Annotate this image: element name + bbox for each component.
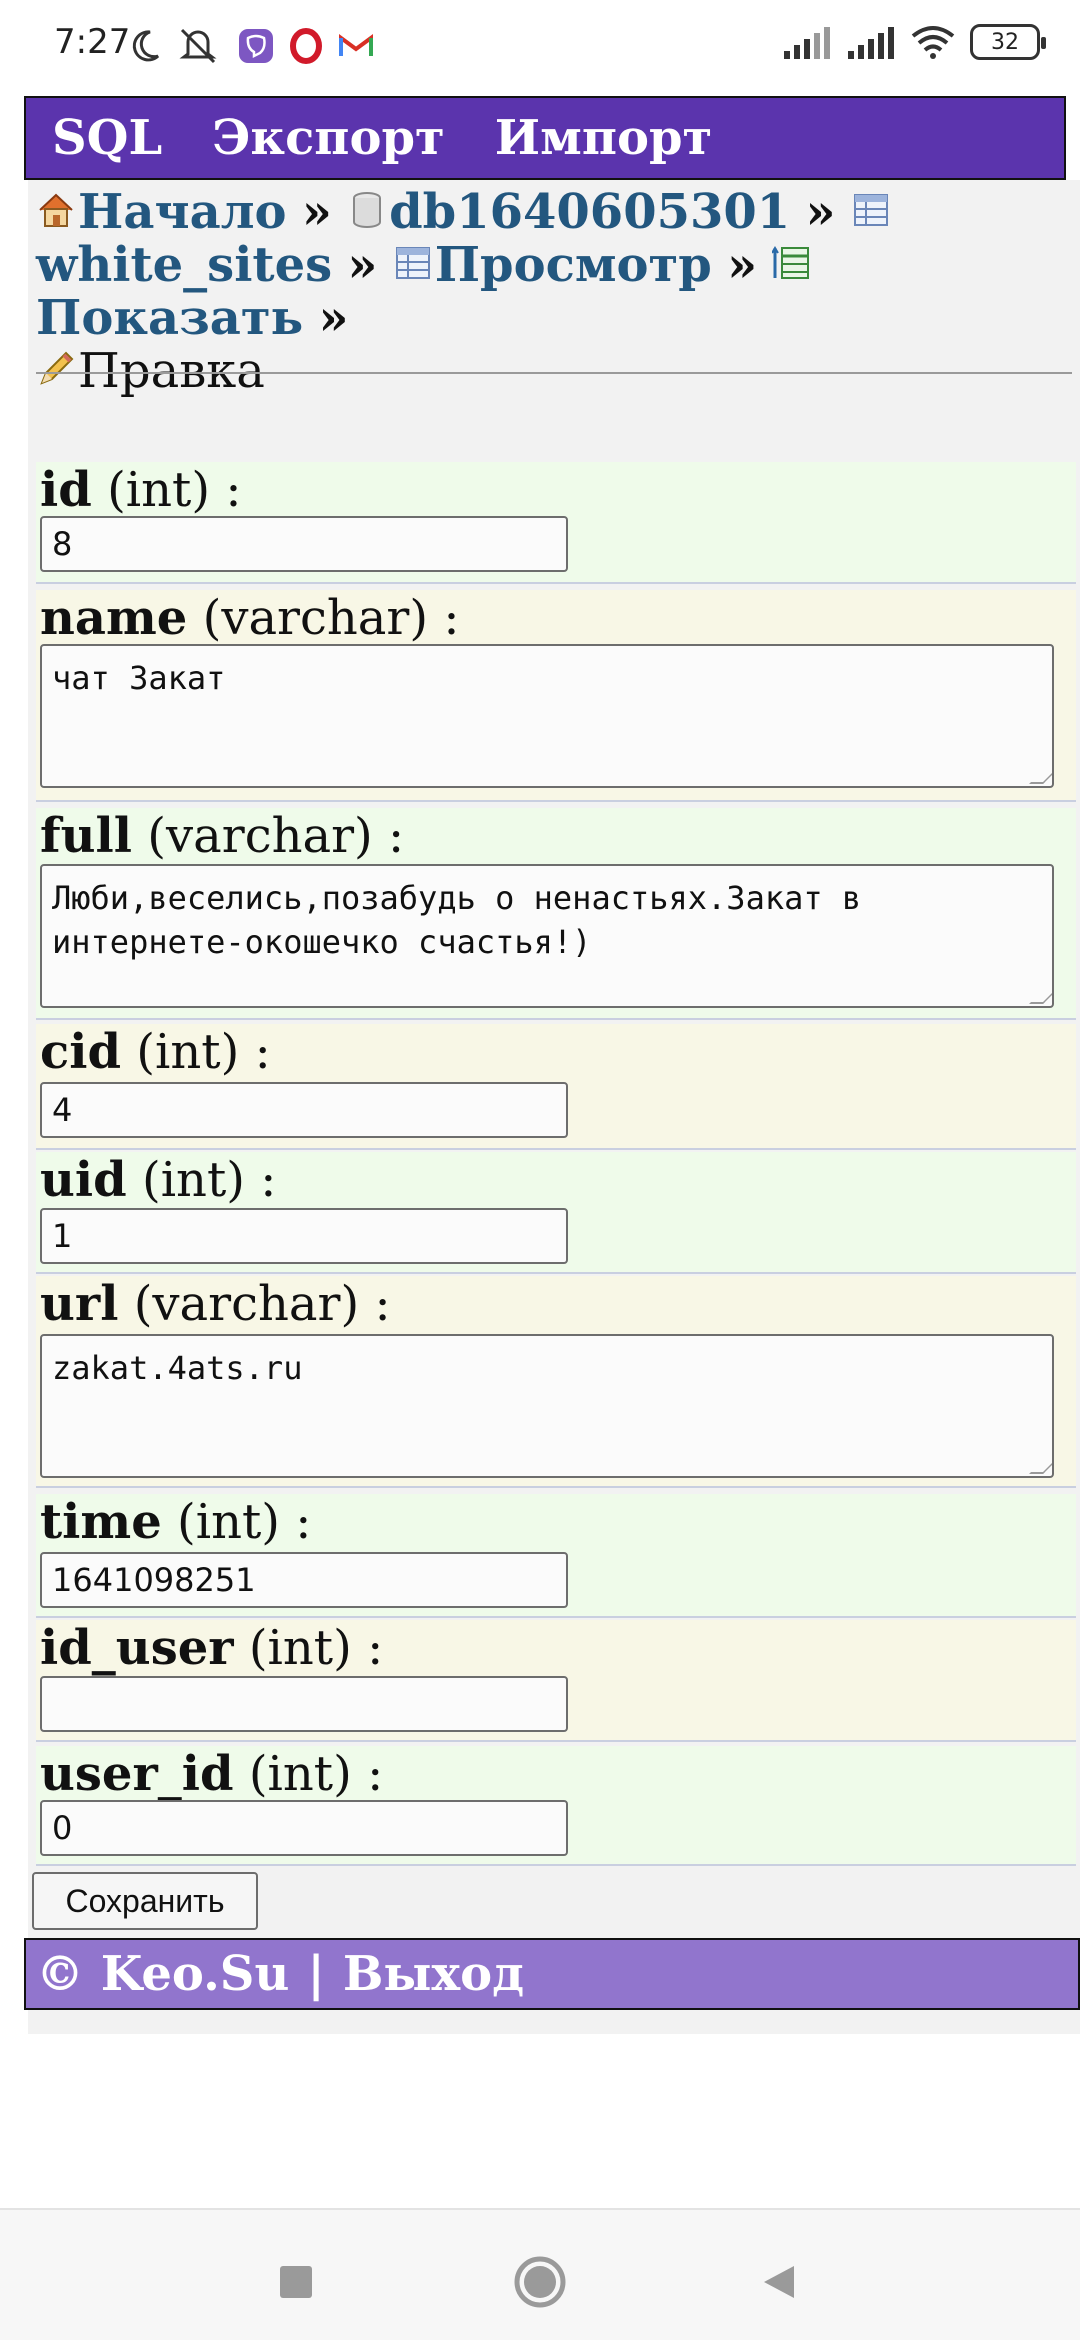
- nav-sql-link[interactable]: SQL: [52, 110, 162, 166]
- status-right: 32: [782, 24, 1046, 60]
- field-label: uid (int) :: [40, 1152, 277, 1208]
- field-row-cid: cid (int) :: [36, 1024, 1076, 1150]
- breadcrumb-db-link[interactable]: db1640605301: [389, 184, 790, 240]
- time-input[interactable]: [40, 1552, 568, 1608]
- breadcrumb-show-link[interactable]: Показать: [36, 290, 303, 346]
- breadcrumb-separator: »: [301, 184, 332, 240]
- url-textarea[interactable]: zakat.4ats.ru: [40, 1334, 1054, 1478]
- gmail-icon: [339, 34, 373, 56]
- mute-icon: [179, 28, 217, 64]
- field-label: id_user (int) :: [40, 1620, 384, 1676]
- uid-input[interactable]: [40, 1208, 568, 1264]
- field-label: cid (int) :: [40, 1024, 271, 1080]
- table-icon: [853, 194, 888, 226]
- nav-import-link[interactable]: Импорт: [495, 110, 713, 166]
- id-input[interactable]: [40, 516, 568, 572]
- system-nav-bar: [0, 2208, 1080, 2340]
- signal-icon: [848, 27, 894, 59]
- id-user-input[interactable]: [40, 1676, 568, 1732]
- full-textarea[interactable]: Люби,веселись,позабудь о ненастьях.Закат…: [40, 864, 1054, 1008]
- show-icon: [772, 246, 810, 279]
- field-row-uid: uid (int) :: [36, 1152, 1076, 1274]
- circle-icon: [514, 2256, 566, 2308]
- copyright-link[interactable]: © Keo.Su: [36, 1946, 289, 2002]
- opera-icon: [290, 28, 322, 64]
- top-nav: SQL Экспорт Импорт: [24, 96, 1066, 180]
- footer: © Keo.Su | Выход: [24, 1938, 1080, 2010]
- field-label: name (varchar) :: [40, 590, 460, 646]
- field-label: time (int) :: [40, 1494, 312, 1550]
- breadcrumb-separator: »: [318, 290, 349, 346]
- logout-link[interactable]: Выход: [343, 1946, 524, 2002]
- viber-icon: [239, 29, 273, 63]
- save-button[interactable]: Сохранить: [32, 1872, 258, 1930]
- back-triangle-icon: [764, 2266, 794, 2298]
- breadcrumb-current: Правка: [78, 343, 265, 399]
- field-label: url (varchar) :: [40, 1276, 391, 1332]
- name-textarea[interactable]: чат Закат: [40, 644, 1054, 788]
- status-time: 7:27: [54, 22, 131, 62]
- nav-export-link[interactable]: Экспорт: [212, 110, 445, 166]
- home-button[interactable]: [512, 2254, 568, 2310]
- page: SQL Экспорт Импорт Начало » db1640605301…: [24, 96, 1080, 2034]
- battery-level: 32: [991, 29, 1019, 55]
- breadcrumb-table-link[interactable]: white_sites: [36, 237, 332, 293]
- field-row-url: url (varchar) : zakat.4ats.ru: [36, 1276, 1076, 1488]
- pencil-icon: [40, 351, 74, 385]
- field-label: full (varchar) :: [40, 808, 405, 864]
- breadcrumb-separator: »: [347, 237, 378, 293]
- breadcrumb-separator: »: [727, 237, 758, 293]
- field-row-full: full (varchar) : Люби,веселись,позабудь …: [36, 808, 1076, 1020]
- wifi-icon: [911, 26, 955, 59]
- field-row-user-id: user_id (int) :: [36, 1746, 1076, 1866]
- user-id-input[interactable]: [40, 1800, 568, 1856]
- database-icon: [353, 192, 382, 228]
- field-row-name: name (varchar) : чат Закат: [36, 590, 1076, 802]
- field-row-id-user: id_user (int) :: [36, 1620, 1076, 1742]
- field-row-time: time (int) :: [36, 1494, 1076, 1618]
- back-button[interactable]: [752, 2254, 808, 2310]
- status-bar: 7:27 32: [0, 0, 1080, 96]
- recents-button[interactable]: [268, 2254, 324, 2310]
- divider: [36, 372, 1072, 374]
- home-icon: [39, 193, 73, 227]
- browse-icon: [395, 247, 430, 279]
- content: Начало » db1640605301 » white_sites » Пр…: [28, 180, 1080, 2034]
- breadcrumb-separator: »: [805, 184, 836, 240]
- footer-divider: |: [307, 1946, 325, 2002]
- signal-icon: [784, 27, 830, 59]
- cid-input[interactable]: [40, 1082, 568, 1138]
- battery-icon: 32: [970, 24, 1046, 60]
- breadcrumb-home-link[interactable]: Начало: [78, 184, 287, 240]
- field-row-id: id (int) :: [36, 462, 1076, 584]
- moon-icon: [132, 30, 160, 62]
- breadcrumb: Начало » db1640605301 » white_sites » Пр…: [36, 186, 1076, 398]
- breadcrumb-browse-link[interactable]: Просмотр: [435, 237, 712, 293]
- field-label: user_id (int) :: [40, 1746, 384, 1802]
- field-label: id (int) :: [40, 462, 242, 518]
- square-icon: [280, 2266, 312, 2298]
